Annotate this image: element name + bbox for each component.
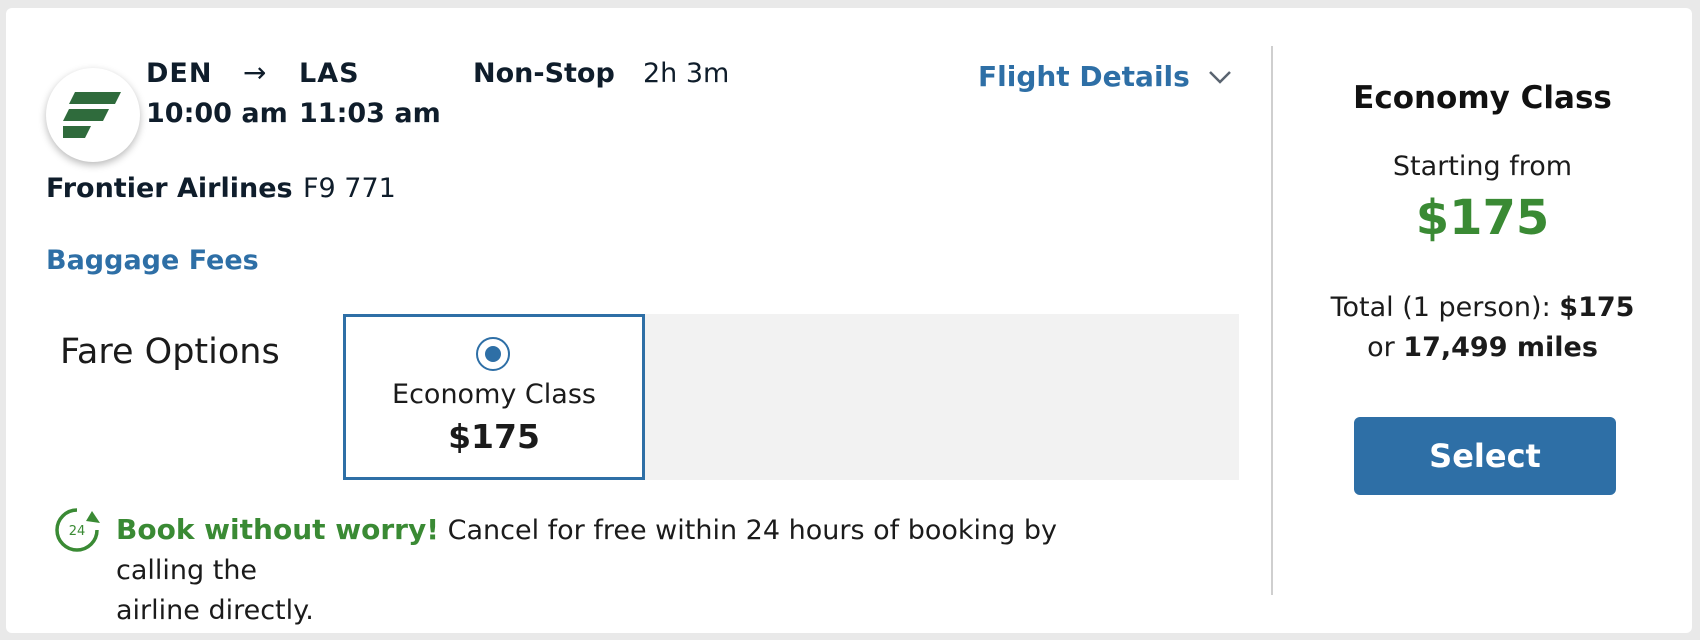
total-price: $175 bbox=[1559, 292, 1635, 323]
flight-details-label: Flight Details bbox=[978, 60, 1190, 93]
worry-line-1: Book without worry! Cancel for free with… bbox=[116, 510, 1116, 591]
fare-option-price: $175 bbox=[448, 417, 540, 456]
worry-title: Book without worry! bbox=[116, 513, 440, 546]
starting-price: $175 bbox=[1415, 190, 1550, 246]
flight-number: F9 771 bbox=[303, 173, 396, 204]
frontier-logo-icon bbox=[46, 68, 140, 162]
arrive-time: 11:03 am bbox=[299, 98, 441, 129]
total-line: Total (1 person): $175 bbox=[1273, 292, 1692, 323]
miles-value: 17,499 miles bbox=[1403, 332, 1598, 363]
worry-text-2: airline directly. bbox=[116, 595, 314, 626]
baggage-fees-link[interactable]: Baggage Fees bbox=[46, 245, 259, 276]
fare-option-name: Economy Class bbox=[392, 379, 596, 410]
stops-label: Non-Stop bbox=[473, 58, 615, 89]
summary-class-title: Economy Class bbox=[1353, 80, 1612, 116]
book-without-worry: Book without worry! Cancel for free with… bbox=[116, 510, 1116, 631]
cancel-badge-text: 24 bbox=[69, 524, 86, 539]
select-button[interactable]: Select bbox=[1354, 417, 1616, 495]
fare-option-economy[interactable]: Economy Class $175 bbox=[343, 314, 645, 480]
flight-details-toggle[interactable]: Flight Details bbox=[978, 60, 1232, 93]
total-prefix: Total (1 person): bbox=[1330, 292, 1551, 323]
depart-time: 10:00 am bbox=[146, 98, 288, 129]
starting-from-label: Starting from bbox=[1392, 151, 1573, 182]
airline-name: Frontier Airlines bbox=[46, 173, 293, 204]
flight-result-card: DEN → LAS 10:00 am 11:03 am Non-Stop 2h … bbox=[6, 8, 1692, 633]
fare-options-label: Fare Options bbox=[60, 332, 280, 372]
duration-label: 2h 3m bbox=[643, 58, 730, 89]
origin-code: DEN bbox=[146, 58, 213, 89]
24-hour-cancel-icon: 24 bbox=[52, 505, 102, 555]
route-arrow-icon: → bbox=[243, 56, 267, 89]
miles-line: or 17,499 miles bbox=[1273, 332, 1692, 363]
destination-code: LAS bbox=[299, 58, 360, 89]
fare-options-strip bbox=[643, 314, 1239, 480]
radio-selected-icon[interactable] bbox=[476, 337, 510, 371]
miles-prefix: or bbox=[1367, 332, 1395, 363]
chevron-down-icon bbox=[1208, 70, 1231, 84]
